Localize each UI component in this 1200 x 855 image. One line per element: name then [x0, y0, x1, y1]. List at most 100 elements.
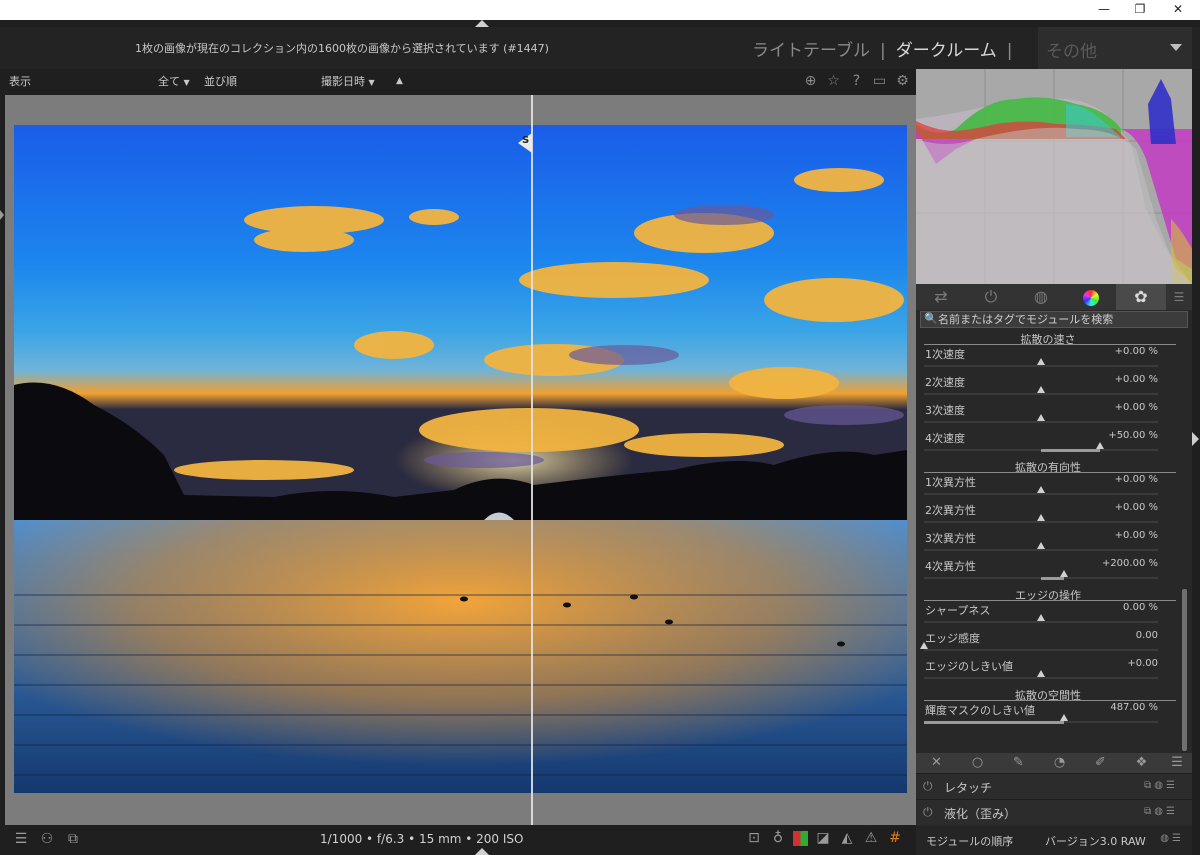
uniform-mask-icon[interactable]: ○ — [957, 753, 998, 773]
slider-knob[interactable] — [1060, 570, 1069, 577]
param-slider[interactable]: 1次異方性 +0.00 % — [924, 474, 1158, 502]
left-panel-expand-arrow[interactable] — [0, 210, 4, 220]
slider-track[interactable] — [924, 493, 1158, 495]
param-slider[interactable]: エッジのしきい値 +0.00 — [924, 658, 1158, 686]
param-value[interactable]: 487.00 % — [1110, 702, 1158, 713]
effects-tab[interactable]: ✿ — [1116, 284, 1166, 310]
slider-knob[interactable] — [1037, 542, 1045, 549]
right-panel-collapse-arrow[interactable] — [1192, 432, 1199, 446]
footer-icons[interactable]: ◍☰ — [1160, 833, 1184, 844]
slider-knob[interactable] — [1037, 614, 1045, 621]
filter-all-dropdown[interactable]: 全て ▼ — [158, 73, 190, 89]
param-slider[interactable]: 1次速度 +0.00 % — [924, 346, 1158, 374]
grid-icon[interactable]: ⊕ — [802, 72, 819, 90]
slider-track[interactable] — [924, 621, 1158, 623]
parametric-mask-icon[interactable]: ◔ — [1039, 753, 1080, 773]
param-value[interactable]: +0.00 % — [1115, 502, 1158, 513]
param-value[interactable]: +0.00 % — [1115, 374, 1158, 385]
warning-icon[interactable]: ⚠ — [862, 828, 880, 848]
slider-track[interactable] — [924, 649, 1158, 651]
slider-track[interactable] — [924, 393, 1158, 395]
raster-mask-icon[interactable]: ❖ — [1121, 753, 1162, 773]
param-slider[interactable]: 4次速度 +50.00 % — [924, 430, 1158, 458]
slider-knob[interactable] — [1037, 486, 1045, 493]
module-search[interactable]: 🔍 — [920, 311, 1188, 328]
collapse-bottom-panel-arrow[interactable] — [475, 848, 489, 855]
gear-icon[interactable]: ⚙ — [894, 72, 911, 90]
param-value[interactable]: 0.00 — [1136, 630, 1158, 641]
help-icon[interactable]: ? — [848, 72, 865, 90]
split-compare-line[interactable] — [531, 95, 533, 825]
slider-knob[interactable] — [1037, 670, 1045, 677]
module-preset-icons[interactable]: ⧉◍☰ — [1144, 806, 1178, 817]
guides-icon[interactable]: # — [886, 828, 904, 848]
param-value[interactable]: +0.00 % — [1115, 474, 1158, 485]
active-modules-tab[interactable]: ⏻ — [966, 284, 1016, 310]
bulb-icon[interactable]: ♁ — [769, 828, 787, 848]
slider-knob[interactable] — [1060, 714, 1069, 721]
view-lighttable[interactable]: ライトテーブル — [752, 41, 870, 61]
param-value[interactable]: +50.00 % — [1108, 430, 1158, 441]
module-retouch[interactable]: ⏻ レタッチ ⧉◍☰ — [916, 773, 1192, 799]
param-slider[interactable]: 4次異方性 +200.00 % — [924, 558, 1158, 586]
drawn-parametric-mask-icon[interactable]: ✐ — [1080, 753, 1121, 773]
param-slider[interactable]: 2次異方性 +0.00 % — [924, 502, 1158, 530]
close-button[interactable]: ✕ — [1160, 0, 1196, 20]
other-views-dropdown[interactable]: その他 — [1038, 27, 1192, 69]
color-tab[interactable] — [1066, 284, 1116, 310]
slider-knob[interactable] — [920, 642, 928, 649]
slider-knob[interactable] — [1095, 442, 1104, 449]
param-value[interactable]: +0.00 % — [1115, 402, 1158, 413]
slider-track[interactable] — [924, 365, 1158, 367]
drawn-mask-icon[interactable]: ✎ — [998, 753, 1039, 773]
minimize-button[interactable]: — — [1086, 0, 1122, 20]
color-assessment-icon[interactable] — [793, 831, 808, 846]
display-icon[interactable]: ⧉ — [64, 829, 82, 849]
slider-track[interactable] — [924, 677, 1158, 679]
restore-button[interactable]: ❐ — [1122, 0, 1158, 20]
power-icon[interactable]: ⏻ — [923, 779, 933, 794]
histogram[interactable] — [916, 69, 1192, 284]
star-icon[interactable]: ☆ — [825, 72, 842, 90]
gamut-check-icon[interactable]: ◭ — [838, 828, 856, 848]
power-icon[interactable]: ⏻ — [923, 805, 933, 820]
param-slider[interactable]: 3次速度 +0.00 % — [924, 402, 1158, 430]
sort-field-dropdown[interactable]: 撮影日時 ▼ — [321, 73, 375, 89]
slider-knob[interactable] — [1037, 386, 1045, 393]
param-slider[interactable]: 輝度マスクのしきい値 487.00 % — [924, 702, 1158, 730]
slider-knob[interactable] — [1037, 358, 1045, 365]
param-value[interactable]: +0.00 % — [1115, 346, 1158, 357]
collapse-top-panel-arrow[interactable] — [475, 20, 489, 27]
softproof-icon[interactable]: ◪ — [814, 828, 832, 848]
image-canvas[interactable]: S — [5, 95, 916, 825]
panel-scrollbar[interactable] — [1182, 589, 1187, 751]
view-darkroom[interactable]: ダークルーム — [896, 41, 997, 61]
module-order-version[interactable]: バージョン3.0 RAW — [1045, 833, 1146, 849]
slider-knob[interactable] — [1037, 514, 1045, 521]
module-search-input[interactable] — [938, 312, 1183, 327]
slider-track[interactable] — [924, 421, 1158, 423]
module-liquify[interactable]: ⏻ 液化（歪み） ⧉◍☰ — [916, 799, 1192, 825]
mask-menu-icon[interactable]: ☰ — [1162, 753, 1192, 773]
param-value[interactable]: +200.00 % — [1102, 558, 1158, 569]
param-slider[interactable]: 3次異方性 +0.00 % — [924, 530, 1158, 558]
module-preset-icons[interactable]: ⧉◍☰ — [1144, 780, 1178, 791]
sort-order-icon[interactable]: ▲ — [396, 76, 403, 86]
slider-track[interactable] — [924, 549, 1158, 551]
quick-access-tab[interactable]: ⇄ — [916, 284, 966, 310]
slider-knob[interactable] — [1037, 414, 1045, 421]
param-slider[interactable]: エッジ感度 0.00 — [920, 630, 1158, 658]
param-value[interactable]: +0.00 — [1127, 658, 1158, 669]
param-value[interactable]: 0.00 % — [1123, 602, 1158, 613]
filmstrip-icon[interactable]: ☰ — [12, 829, 30, 849]
keyboard-icon[interactable]: ▭ — [871, 72, 888, 90]
module-menu-icon[interactable]: ☰ — [1166, 284, 1192, 310]
no-mask-icon[interactable]: ✕ — [916, 753, 957, 773]
param-slider[interactable]: シャープネス 0.00 % — [924, 602, 1158, 630]
slider-track[interactable] — [924, 521, 1158, 523]
timeline-icon[interactable]: ⚇ — [38, 829, 56, 849]
focus-peaking-icon[interactable]: ⊡ — [745, 828, 763, 848]
param-slider[interactable]: 2次速度 +0.00 % — [924, 374, 1158, 402]
base-tab[interactable]: ◍ — [1016, 284, 1066, 310]
param-value[interactable]: +0.00 % — [1115, 530, 1158, 541]
